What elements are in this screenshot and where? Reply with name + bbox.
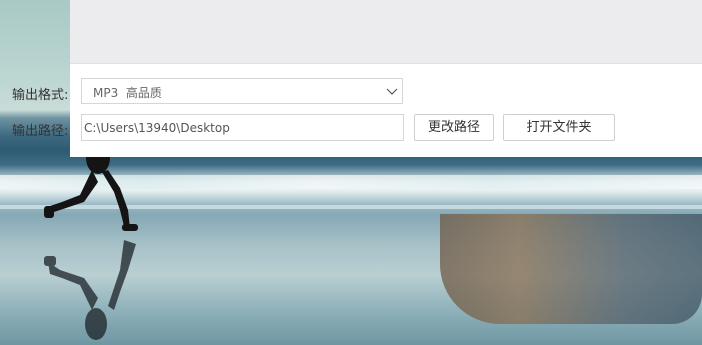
output-format-select[interactable]: MP3 高品质 <box>81 78 403 104</box>
output-format-value: MP3 高品质 <box>93 86 162 100</box>
chevron-down-icon <box>386 88 398 95</box>
output-path-value: C:\Users\13940\Desktop <box>84 121 230 135</box>
dialog-top-area <box>70 0 702 64</box>
open-folder-button[interactable]: 打开文件夹 <box>503 114 615 141</box>
wallpaper-runner-reflection <box>44 240 136 340</box>
wallpaper-reflection <box>440 214 702 324</box>
output-path-label: 输出路径: <box>12 124 69 139</box>
output-path-field[interactable]: C:\Users\13940\Desktop <box>81 114 404 141</box>
change-path-button[interactable]: 更改路径 <box>414 114 494 141</box>
output-format-label: 输出格式: <box>12 88 69 103</box>
